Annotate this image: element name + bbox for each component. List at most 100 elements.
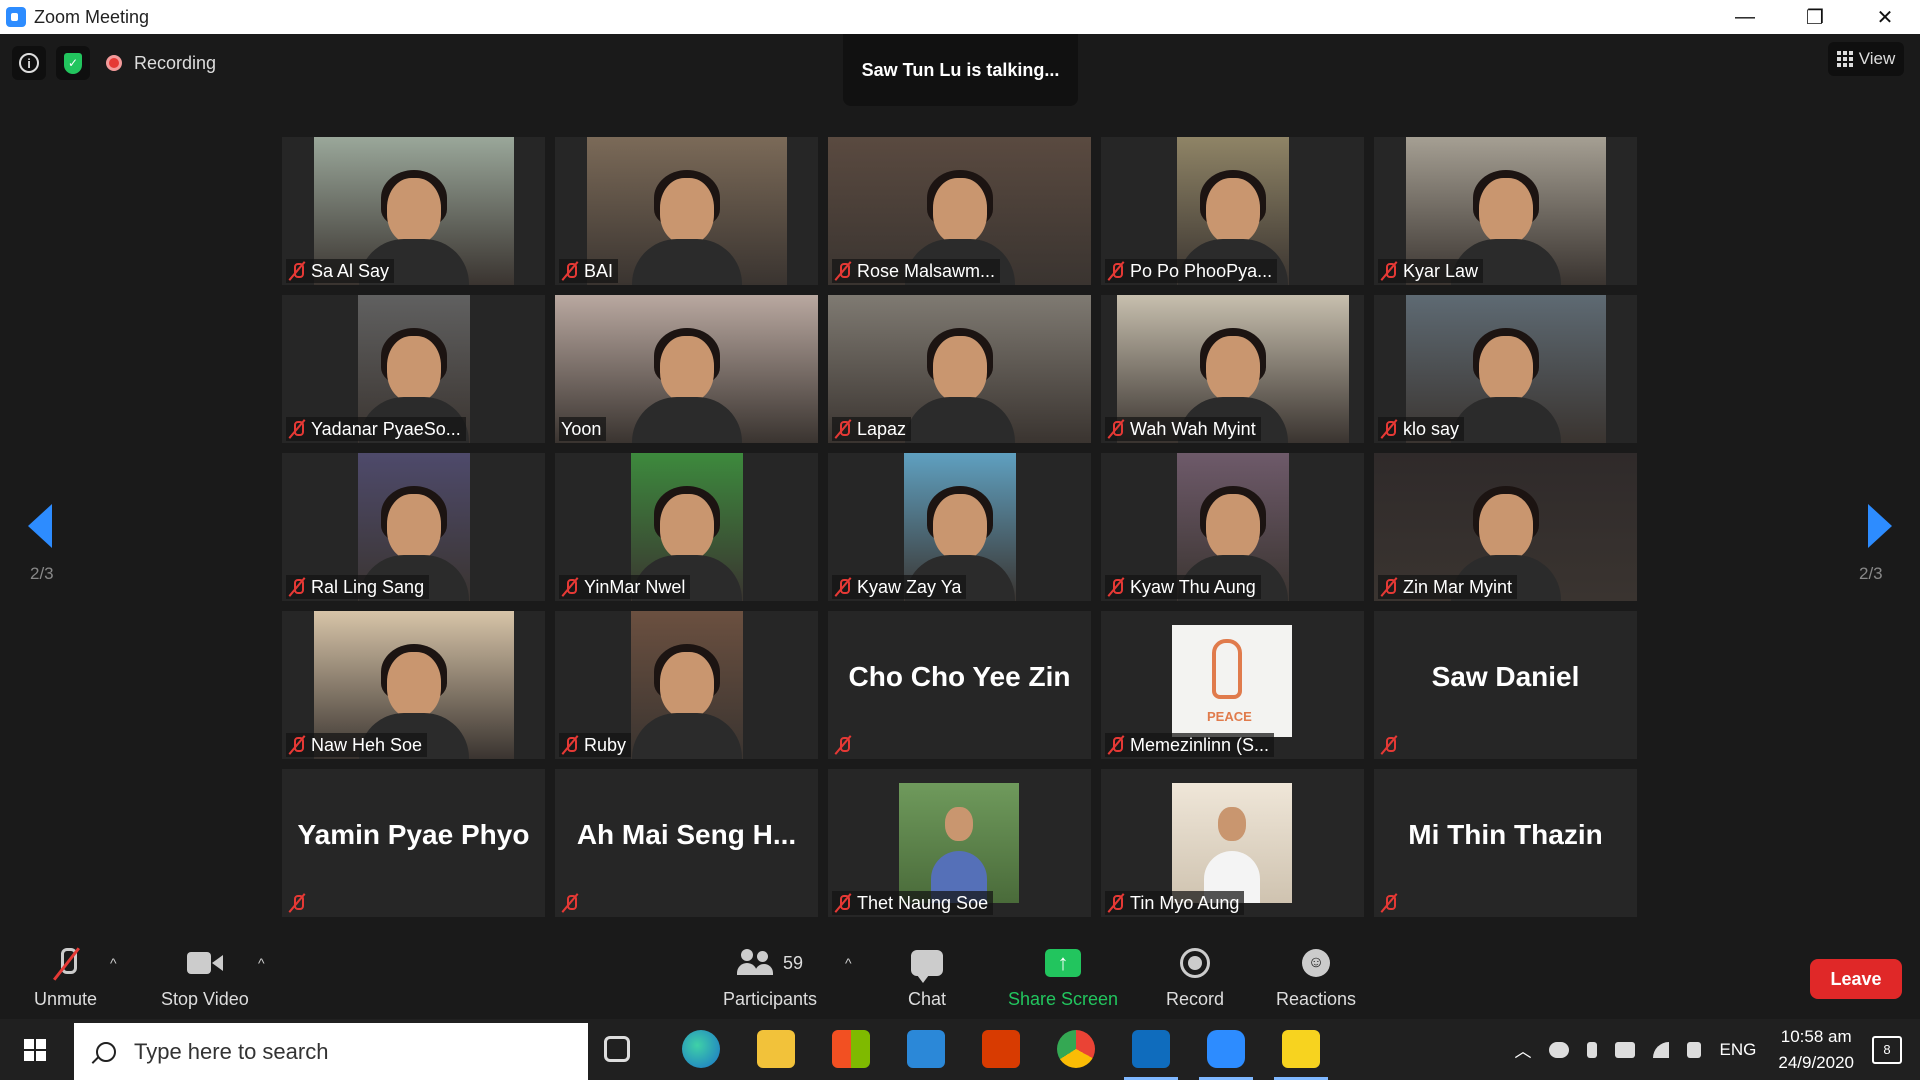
microsoft-store-icon[interactable] [832,1030,870,1068]
windows-taskbar: Type here to search ︿ ENG 10:58 am 24/9/… [0,1019,1920,1080]
participants-icon [737,949,775,977]
participant-tile[interactable]: BAI [555,137,818,285]
record-button[interactable]: Record [1166,945,1224,1010]
speaker-volume-icon[interactable] [1686,1041,1701,1058]
participant-tile[interactable]: PEACE Memezinlinn (S... [1101,611,1364,759]
participant-nameplate: YinMar Nwel [559,575,691,599]
stop-video-button[interactable]: Stop Video [161,945,249,1010]
audio-options-caret[interactable]: ^ [110,955,117,971]
meeting-info-button[interactable]: i [12,46,46,80]
battery-icon[interactable] [1614,1041,1635,1058]
participant-nameplate: Thet Naung Soe [832,891,994,915]
view-button[interactable]: View [1828,42,1904,76]
participants-label: Participants [723,989,818,1009]
participant-tile[interactable]: Saw Daniel [1374,611,1637,759]
edge-browser-icon[interactable] [682,1030,720,1068]
chrome-icon[interactable] [1057,1030,1095,1068]
mic-muted-icon [1107,893,1125,913]
participant-name: Kyaw Zay Ya [857,576,962,597]
participant-tile[interactable]: Yamin Pyae Phyo [282,769,545,917]
zoom-logo-icon [6,7,26,27]
mic-muted-icon [834,577,852,597]
start-button[interactable] [0,1019,70,1080]
office-icon[interactable] [982,1030,1020,1068]
windows-logo-icon [24,1038,46,1061]
previous-page-arrow[interactable] [28,504,52,548]
input-language[interactable]: ENG [1720,1040,1757,1060]
unmute-button[interactable]: Unmute [34,945,97,1010]
participant-tile[interactable]: Ah Mai Seng H... [555,769,818,917]
microphone-icon[interactable] [1586,1041,1597,1058]
onedrive-cloud-icon[interactable] [1548,1041,1569,1058]
mic-muted-icon [834,735,852,755]
participant-nameplate: Lapaz [832,417,912,441]
next-page-arrow[interactable] [1868,504,1892,548]
leave-button[interactable]: Leave [1810,959,1902,999]
participant-tile[interactable]: Rose Malsawm... [828,137,1091,285]
mic-muted-icon [1380,419,1398,439]
participant-tile[interactable]: Wah Wah Myint [1101,295,1364,443]
close-button[interactable]: ✕ [1850,0,1920,34]
chat-label: Chat [908,989,947,1009]
chat-button[interactable]: Chat [908,945,946,1010]
participant-nameplate [1378,891,1408,915]
participant-name: Lapaz [857,418,907,439]
participant-tile[interactable]: Zin Mar Myint [1374,453,1637,601]
participant-tile[interactable]: YinMar Nwel [555,453,818,601]
participant-tile[interactable]: Yadanar PyaeSo... [282,295,545,443]
mic-muted-icon [561,735,579,755]
file-explorer-icon[interactable] [757,1030,795,1068]
outlook-icon[interactable] [1124,1030,1178,1080]
share-screen-button[interactable]: ↑ Share Screen [1008,945,1118,1010]
participant-nameplate: Yoon [559,417,607,441]
participant-tile[interactable]: Po Po PhooPya... [1101,137,1364,285]
sticky-notes-icon[interactable] [1274,1030,1328,1080]
participant-tile[interactable]: Ruby [555,611,818,759]
meeting-toolbar: Unmute ^ Stop Video ^ 59 Participants ^ … [0,939,1920,1019]
security-button[interactable]: ✓ [56,46,90,80]
minimize-button[interactable]: — [1710,0,1780,34]
participant-tile[interactable]: Naw Heh Soe [282,611,545,759]
notifications-icon[interactable]: 8 [1872,1035,1902,1064]
participant-count: 59 [783,952,804,973]
participant-tile[interactable]: Sa Al Say [282,137,545,285]
participants-options-caret[interactable]: ^ [845,955,852,971]
search-placeholder: Type here to search [134,1038,329,1064]
participant-display-name: Mi Thin Thazin [1408,819,1603,850]
show-hidden-icons-chevron-icon[interactable]: ︿ [1515,1037,1532,1062]
participant-tile[interactable]: Thet Naung Soe [828,769,1091,917]
record-label: Record [1166,989,1225,1009]
participant-name: Ral Ling Sang [311,576,425,597]
participant-tile[interactable]: klo say [1374,295,1637,443]
stop-video-label: Stop Video [161,989,249,1009]
zoom-taskbar-icon[interactable] [1199,1030,1253,1080]
participant-tile[interactable]: Ral Ling Sang [282,453,545,601]
participant-name: Po Po PhooPya... [1130,260,1273,281]
reactions-button[interactable]: ☺ Reactions [1276,945,1356,1010]
mail-icon[interactable] [907,1030,945,1068]
participant-display-name: Ah Mai Seng H... [576,819,797,850]
wifi-icon[interactable] [1652,1041,1669,1058]
clock[interactable]: 10:58 am 24/9/2020 [1778,1024,1854,1076]
participant-tile[interactable]: Cho Cho Yee Zin [828,611,1091,759]
mic-muted-icon [561,893,579,913]
task-view-icon[interactable] [604,1036,630,1062]
taskbar-search-box[interactable]: Type here to search [74,1023,588,1080]
share-screen-arrow-icon: ↑ [1045,949,1082,977]
participant-nameplate: klo say [1378,417,1465,441]
participant-tile[interactable]: Lapaz [828,295,1091,443]
participants-button[interactable]: 59 Participants [723,945,817,1010]
participant-tile[interactable]: Kyaw Thu Aung [1101,453,1364,601]
participant-nameplate: Kyar Law [1378,259,1484,283]
participant-tile[interactable]: Tin Myo Aung [1101,769,1364,917]
participant-tile[interactable]: Mi Thin Thazin [1374,769,1637,917]
restore-button[interactable]: ❐ [1780,0,1850,34]
participant-nameplate: Kyaw Zay Ya [832,575,967,599]
participant-tile[interactable]: Kyar Law [1374,137,1637,285]
mic-muted-icon [288,893,306,913]
participant-tile[interactable]: Yoon [555,295,818,443]
video-options-caret[interactable]: ^ [258,955,265,971]
participant-tile[interactable]: Kyaw Zay Ya [828,453,1091,601]
participant-nameplate: Po Po PhooPya... [1105,259,1278,283]
participant-display-name: Saw Daniel [1431,661,1580,692]
